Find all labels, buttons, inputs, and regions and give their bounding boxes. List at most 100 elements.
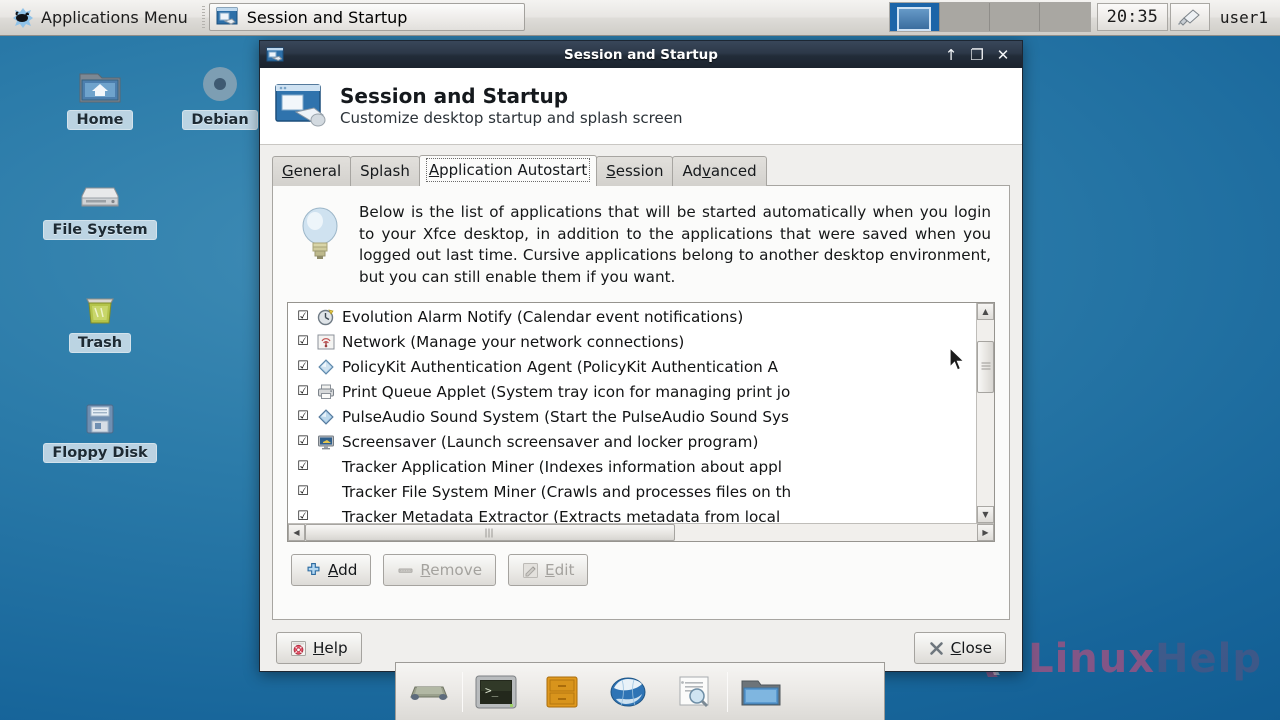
horizontal-scroll-thumb[interactable] (305, 524, 675, 542)
user-name-label: user1 (1219, 8, 1268, 27)
row-checkbox[interactable]: ☑ (296, 459, 310, 474)
tab-application-autostart[interactable]: Application Autostart (418, 155, 598, 186)
plus-icon (305, 562, 322, 579)
terminal-launcher[interactable]: >_ (463, 663, 529, 720)
row-checkbox[interactable]: ☑ (296, 334, 310, 349)
taskbar-window-label: Session and Startup (246, 7, 408, 27)
workspace-window-thumbnail (896, 7, 931, 31)
list-item[interactable]: ☑ PulseAudio Sound System (Start the Pul… (288, 404, 976, 429)
list-item-label: Network (Manage your network connections… (342, 332, 685, 351)
row-checkbox[interactable]: ☑ (296, 384, 310, 399)
vertical-scroll-track[interactable] (977, 320, 994, 507)
list-item[interactable]: ☑ Evolution Alarm Notify (Calendar event… (288, 304, 976, 329)
list-item-label: Evolution Alarm Notify (Calendar event n… (342, 307, 744, 326)
home-folder-icon (76, 62, 124, 106)
scroll-down-button[interactable]: ▼ (977, 506, 994, 524)
remove-button[interactable]: Remove (383, 554, 497, 587)
list-item[interactable]: ☑ Tracker Metadata Extractor (Extracts m… (288, 504, 976, 524)
scroll-left-button[interactable]: ◀ (288, 524, 305, 542)
bottom-dock: >_ (395, 662, 885, 720)
web-browser-launcher[interactable] (595, 663, 661, 720)
list-item[interactable]: ☑ Tracker File System Miner (Crawls and … (288, 479, 976, 504)
tab-advanced[interactable]: Advanced (672, 156, 767, 186)
file-manager-launcher[interactable] (529, 663, 595, 720)
xfce-mouse-icon (12, 7, 34, 29)
scroll-grip-icon (981, 362, 990, 372)
workspace-2[interactable] (939, 3, 990, 31)
tab-splash[interactable]: Splash (350, 156, 420, 186)
vertical-scroll-thumb[interactable] (977, 340, 994, 393)
folder-launcher[interactable] (728, 663, 794, 720)
row-checkbox[interactable]: ☑ (296, 484, 310, 499)
workspace-4[interactable] (1039, 3, 1090, 31)
edit-button[interactable]: Edit (508, 554, 589, 587)
row-checkbox[interactable]: ☑ (296, 434, 310, 449)
session-startup-icon (266, 46, 284, 64)
tab-session[interactable]: Session (596, 156, 674, 186)
show-desktop-icon (409, 675, 449, 709)
window-titlebar[interactable]: Session and Startup ↑ ❐ ✕ (260, 41, 1022, 68)
user-menu-button[interactable]: user1 (1212, 0, 1280, 35)
top-panel: Applications Menu Session and Startup 20… (0, 0, 1280, 36)
help-button[interactable]: Help (276, 632, 362, 664)
desktop-icon-label: Debian (182, 110, 258, 130)
workspace-switcher[interactable] (888, 2, 1091, 32)
list-item[interactable]: ☑ Tracker Application Miner (Indexes inf… (288, 454, 976, 479)
help-lifering-icon (290, 640, 307, 657)
desktop-icon-home[interactable]: Home (45, 62, 155, 130)
horizontal-scroll-track[interactable] (305, 524, 977, 542)
terminal-icon: >_ (474, 674, 518, 710)
tray-usb-button[interactable] (1169, 3, 1210, 31)
desktop-icon-floppy-disk[interactable]: Floppy Disk (43, 395, 157, 463)
vertical-scrollbar[interactable]: ▲ ▼ (976, 303, 994, 524)
autostart-list: ☑ Evolution Alarm Notify (Calendar event… (287, 302, 995, 543)
scroll-up-button[interactable]: ▲ (977, 303, 994, 321)
close-button[interactable]: ✕ (990, 44, 1016, 66)
scroll-grip-icon (485, 528, 495, 538)
session-startup-icon (216, 6, 238, 28)
tabstrip: General Splash Application Autostart Ses… (272, 155, 1010, 186)
network-icon (317, 333, 335, 351)
row-checkbox[interactable]: ☑ (296, 359, 310, 374)
list-action-buttons: Add Remove Edit (287, 554, 995, 587)
list-item[interactable]: ☑ Screensaver (Launch screensaver and lo… (288, 429, 976, 454)
shade-button[interactable]: ↑ (938, 44, 964, 66)
workspace-1[interactable] (889, 3, 940, 31)
desktop-icon-trash[interactable]: Trash (45, 285, 155, 353)
x-close-icon (928, 640, 945, 657)
list-item-label: Screensaver (Launch screensaver and lock… (342, 432, 759, 451)
desktop-icon-label: File System (43, 220, 157, 240)
taskbar-window-button[interactable]: Session and Startup (208, 3, 525, 31)
scroll-right-button[interactable]: ▶ (977, 524, 994, 542)
close-button-footer[interactable]: Close (913, 632, 1006, 664)
workspace-3[interactable] (989, 3, 1040, 31)
trash-can-icon (76, 285, 124, 329)
session-startup-large-icon (274, 80, 326, 132)
list-item[interactable]: ☑ Print Queue Applet (System tray icon f… (288, 379, 976, 404)
show-desktop-button[interactable] (396, 663, 462, 720)
alarm-clock-icon (317, 308, 335, 326)
tab-general[interactable]: General (272, 156, 352, 186)
dialog-title: Session and Startup (340, 84, 569, 108)
usb-device-icon (1177, 6, 1203, 28)
row-checkbox[interactable]: ☑ (296, 509, 310, 523)
list-item[interactable]: ☑ PolicyKit Authentication Agent (Policy… (288, 354, 976, 379)
find-files-launcher[interactable] (661, 663, 727, 720)
applications-menu-button[interactable]: Applications Menu (0, 0, 198, 35)
clock[interactable]: 20:35 (1096, 3, 1168, 31)
monitor-icon (317, 433, 335, 451)
info-row: Below is the list of applications that w… (287, 198, 995, 296)
row-checkbox[interactable]: ☑ (296, 409, 310, 424)
row-checkbox[interactable]: ☑ (296, 309, 310, 324)
horizontal-scrollbar[interactable]: ◀ ▶ (288, 523, 994, 542)
maximize-button[interactable]: ❐ (964, 44, 990, 66)
list-item-label: Tracker File System Miner (Crawls and pr… (342, 482, 792, 501)
add-button[interactable]: Add (291, 554, 372, 587)
list-item-label: Tracker Metadata Extractor (Extracts met… (342, 507, 781, 524)
list-item[interactable]: ☑ Network (Manage your network connectio… (288, 329, 976, 354)
desktop-icon-file-system[interactable]: File System (43, 172, 157, 240)
panel-spacer (525, 0, 889, 35)
list-item-label: PulseAudio Sound System (Start the Pulse… (342, 407, 789, 426)
hard-drive-icon (76, 172, 124, 216)
desktop-icon-label: Floppy Disk (43, 443, 157, 463)
